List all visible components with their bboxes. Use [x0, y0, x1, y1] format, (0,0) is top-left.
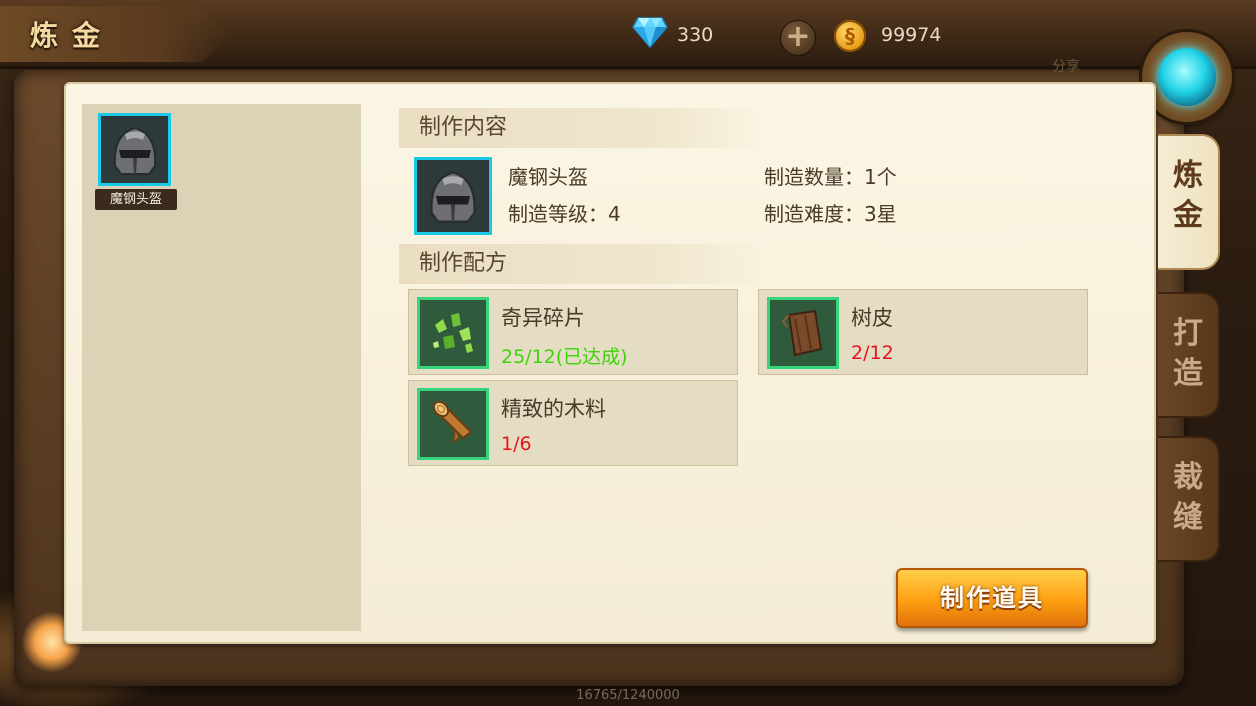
item-list-label: 魔钢头盔 — [95, 189, 177, 210]
coin-count: 99974 — [881, 24, 942, 46]
product-slot[interactable] — [414, 157, 492, 235]
bark-icon — [781, 309, 823, 357]
share-label[interactable]: 分享 — [1052, 56, 1080, 76]
tab-label: 炼金 — [1173, 158, 1203, 233]
gem-count: 330 — [677, 24, 714, 46]
crystal-shards-icon — [433, 313, 473, 353]
recipe-material[interactable]: 树皮 2/12 — [758, 289, 1088, 375]
product-quantity: 制造数量：1个 — [764, 165, 897, 189]
product-name: 魔钢头盔 — [508, 165, 588, 189]
tab-alchemy[interactable]: 炼金 — [1158, 134, 1220, 270]
material-name: 奇异碎片 — [501, 306, 585, 330]
material-quantity: 1/6 — [501, 433, 532, 455]
material-quantity: 2/12 — [851, 342, 894, 364]
tab-label: 打造 — [1173, 316, 1203, 391]
item-list-slot[interactable] — [98, 113, 171, 186]
recipe-material[interactable]: 精致的木料 1/6 — [408, 380, 738, 466]
exp-readout: 16765/1240000 — [576, 688, 680, 703]
material-name: 精致的木料 — [501, 397, 606, 421]
material-slot — [417, 388, 489, 460]
helmet-icon — [430, 171, 476, 223]
recipe-material[interactable]: 奇异碎片 25/12(已达成) — [408, 289, 738, 375]
wood-log-icon — [432, 400, 473, 444]
tab-label: 裁缝 — [1173, 460, 1203, 535]
section-header-content: 制作内容 — [399, 108, 767, 148]
helmet-icon — [113, 126, 156, 175]
orb-gem-icon — [1158, 48, 1216, 106]
gold-coin-icon: § — [834, 20, 866, 52]
material-slot — [417, 297, 489, 369]
page-title: 炼金 — [30, 19, 115, 52]
material-quantity: 25/12(已达成) — [501, 346, 628, 368]
add-currency-button[interactable]: + — [780, 20, 816, 56]
material-name: 树皮 — [851, 306, 893, 330]
product-level: 制造等级：4 — [508, 202, 621, 226]
craft-button[interactable]: 制作道具 — [896, 568, 1088, 628]
diamond-icon — [632, 17, 668, 48]
section-header-recipe: 制作配方 — [399, 244, 767, 284]
tab-forge[interactable]: 打造 — [1158, 292, 1220, 418]
material-slot — [767, 297, 839, 369]
tab-tailor[interactable]: 裁缝 — [1158, 436, 1220, 562]
product-difficulty: 制造难度：3星 — [764, 202, 897, 226]
